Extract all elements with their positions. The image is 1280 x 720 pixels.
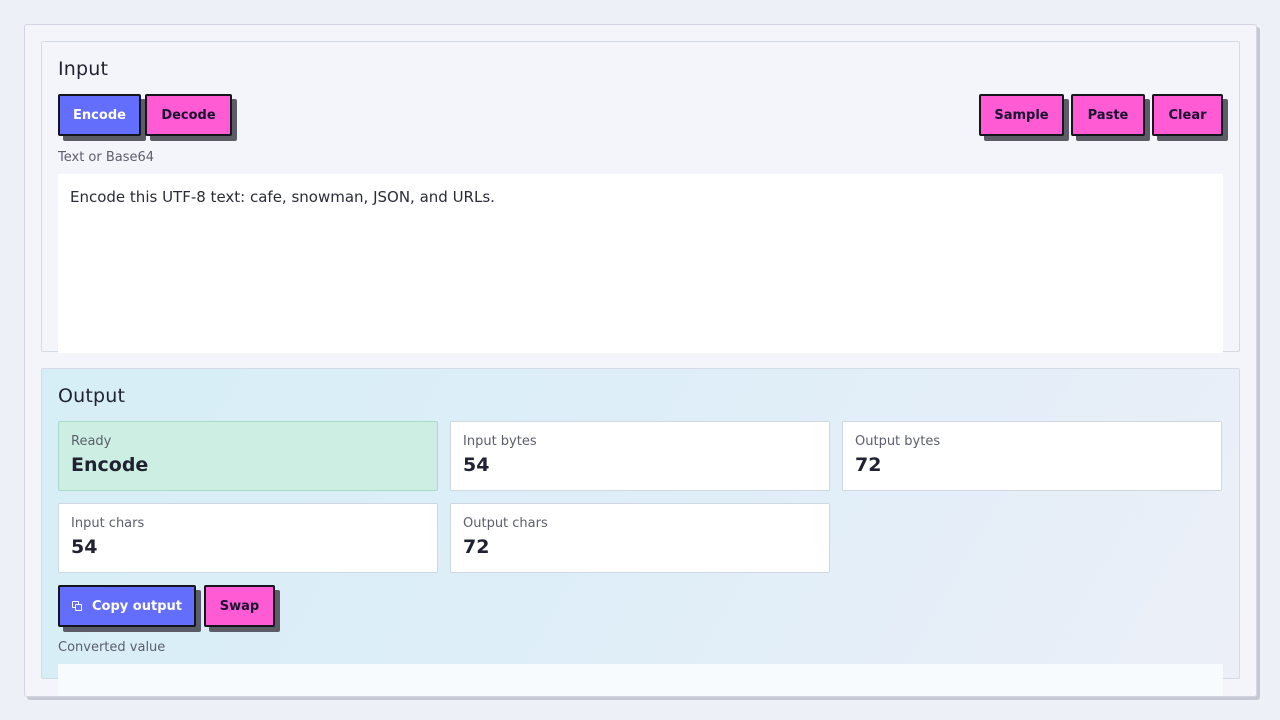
- encode-button[interactable]: Encode: [58, 94, 141, 136]
- input-textarea[interactable]: Encode this UTF-8 text: cafe, snowman, J…: [58, 174, 1223, 353]
- base64-converter-app: Input Encode Decode Sample Paste Clear T…: [24, 24, 1257, 697]
- output-title: Output: [58, 385, 126, 407]
- output-chars-card: Output chars 72: [450, 503, 830, 573]
- input-chars-label: Input chars: [71, 516, 145, 531]
- input-panel: Input Encode Decode Sample Paste Clear T…: [41, 41, 1240, 353]
- output-field-label: Converted value: [58, 640, 166, 655]
- input-bytes-card: Input bytes 54: [450, 421, 830, 491]
- input-chars-value: 54: [71, 536, 98, 558]
- output-chars-label: Output chars: [463, 516, 548, 531]
- output-bytes-card: Output bytes 72: [842, 421, 1222, 491]
- output-chars-value: 72: [463, 536, 490, 558]
- input-bytes-value: 54: [463, 454, 490, 476]
- output-bytes-label: Output bytes: [855, 434, 941, 449]
- copy-output-button[interactable]: Copy output: [58, 585, 196, 627]
- copy-output-label: Copy output: [92, 598, 182, 614]
- sample-button[interactable]: Sample: [979, 94, 1064, 136]
- input-chars-card: Input chars 54: [58, 503, 438, 573]
- input-field-label: Text or Base64: [58, 150, 155, 165]
- status-value: Encode: [71, 454, 149, 476]
- output-panel: Output Ready Encode Input bytes 54 Outpu…: [41, 368, 1240, 696]
- output-bytes-value: 72: [855, 454, 882, 476]
- input-bytes-label: Input bytes: [463, 434, 537, 449]
- input-title: Input: [58, 58, 109, 80]
- decode-button[interactable]: Decode: [145, 94, 232, 136]
- copy-icon: [72, 601, 83, 611]
- clear-button[interactable]: Clear: [1152, 94, 1223, 136]
- swap-button[interactable]: Swap: [204, 585, 275, 627]
- status-card: Ready Encode: [58, 421, 438, 491]
- converted-value-textarea[interactable]: [58, 664, 1223, 696]
- status-label: Ready: [71, 434, 112, 449]
- paste-button[interactable]: Paste: [1071, 94, 1145, 136]
